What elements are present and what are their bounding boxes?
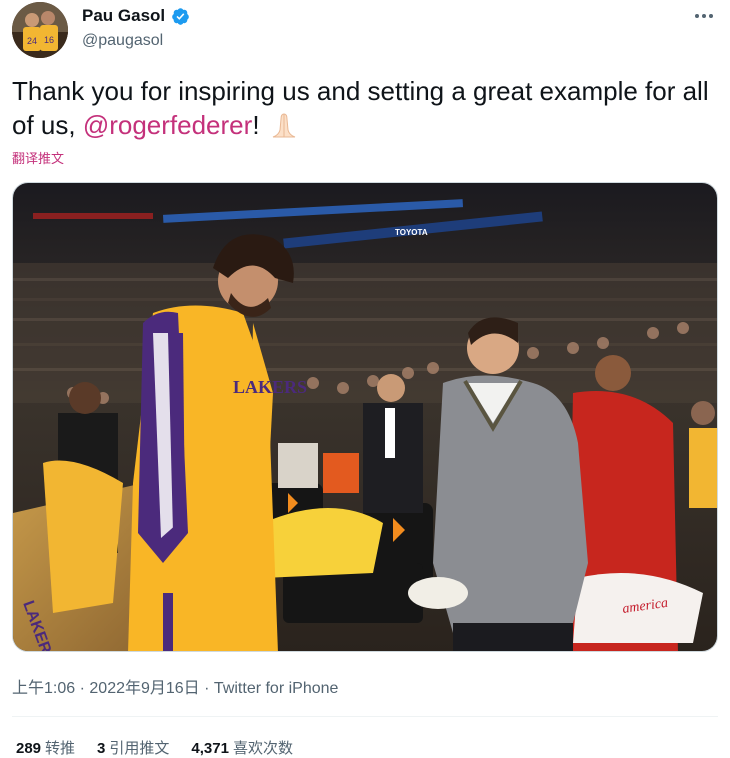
more-options-icon[interactable] [690,6,718,26]
tweet-photo[interactable]: TOYOTA LAKERS.COM america LAKERS [12,182,718,652]
verified-badge-icon [172,7,189,25]
divider [12,716,718,717]
retweets-label: 转推 [45,740,76,757]
tweet-source[interactable]: Twitter for iPhone [214,680,339,697]
author-handle[interactable]: @paugasol [82,32,163,50]
svg-text:24: 24 [27,36,37,46]
engagement-stats: 289 转推 3 引用推文 4,371 喜欢次数 [16,737,293,758]
svg-text:16: 16 [44,35,54,45]
quote-tweets-label: 引用推文 [109,740,170,757]
likes-label: 喜欢次数 [232,740,293,757]
meta-separator: · [204,680,210,697]
jersey-text: LAKERS [233,377,307,397]
likes-stat[interactable]: 4,371 喜欢次数 [191,737,293,758]
translate-tweet-link[interactable]: 翻译推文 [12,148,64,167]
author-name[interactable]: Pau Gasol [82,6,165,26]
meta-separator: · [79,680,85,697]
tweet-punctuation: ! [252,110,260,140]
tweet-text: Thank you for inspiring us and setting a… [12,74,718,142]
quote-tweets-stat[interactable]: 3 引用推文 [97,737,169,758]
quote-tweets-count: 3 [97,740,106,757]
avatar[interactable]: 24 16 [12,2,68,58]
tweet-metadata: 上午1:06 · 2022年9月16日 · Twitter for iPhone [12,674,338,698]
tweet-date[interactable]: 2022年9月16日 [89,680,199,697]
photo-scene: TOYOTA LAKERS.COM america LAKERS [13,183,717,651]
retweets-count: 289 [16,740,42,757]
avatar-image: 24 16 [12,2,68,58]
tweet-header: 24 16 Pau Gasol @paugasol [12,2,722,58]
likes-count: 4,371 [191,740,229,757]
retweets-stat[interactable]: 289 转推 [16,737,75,758]
folded-hands-icon [272,113,295,138]
mention-link[interactable]: @rogerfederer [83,110,252,140]
tweet-time[interactable]: 上午1:06 [12,680,75,697]
arena-sign: TOYOTA [395,228,428,237]
